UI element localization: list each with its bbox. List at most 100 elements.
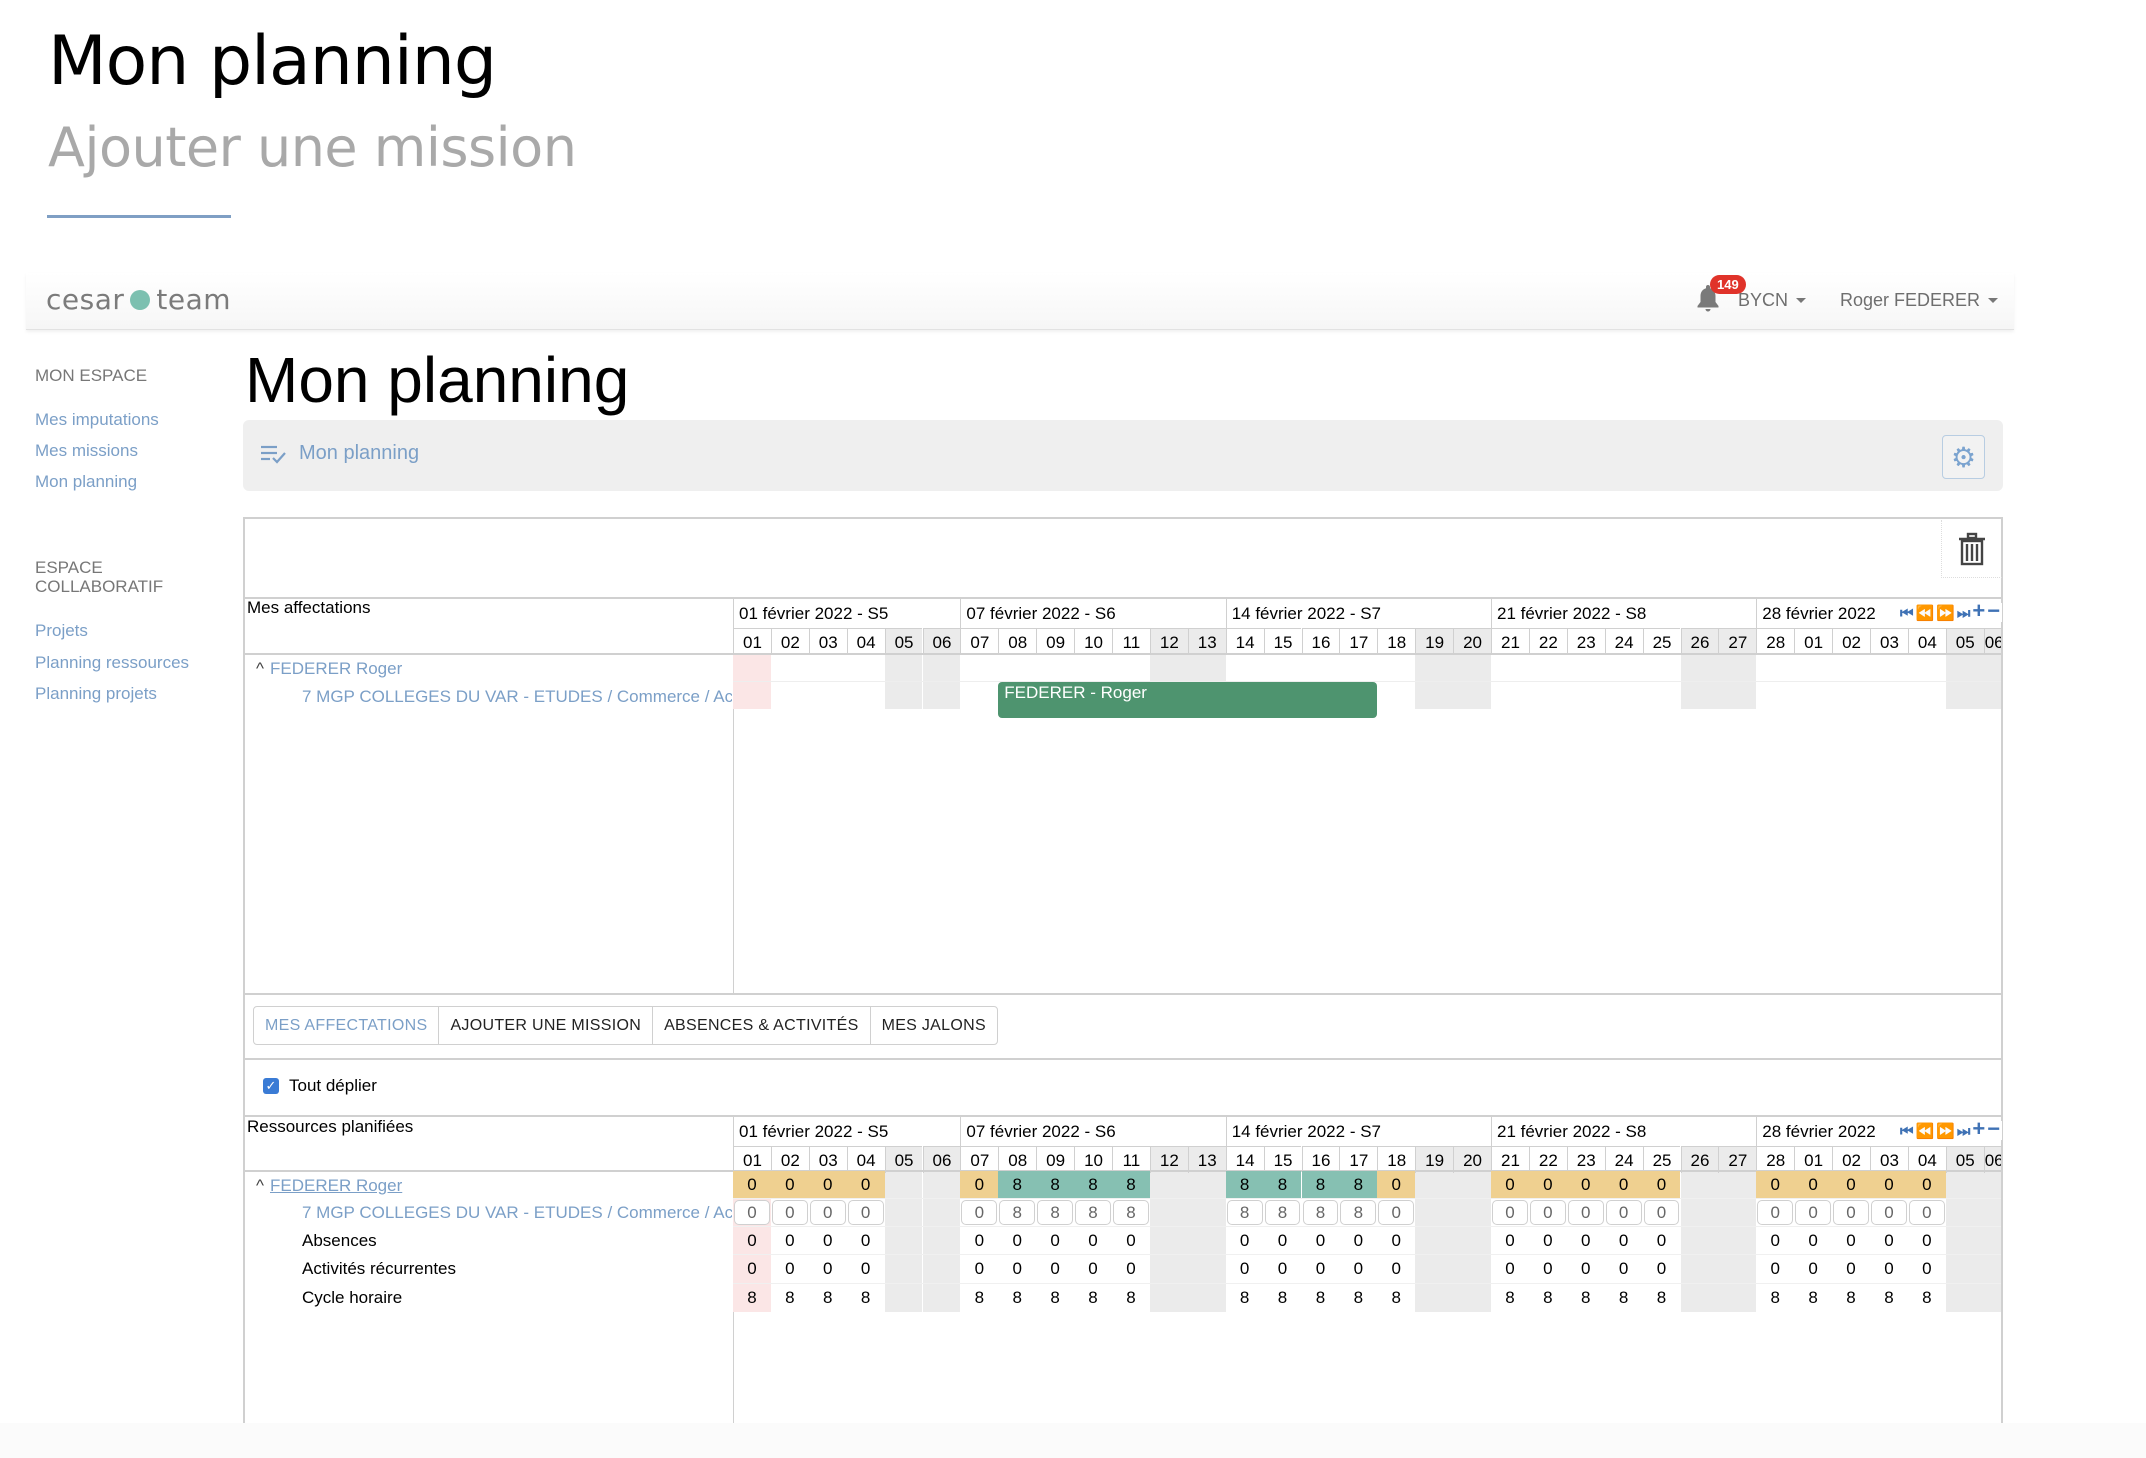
hours-input[interactable]: 0 bbox=[809, 1200, 846, 1225]
hours-input[interactable]: 0 bbox=[1833, 1200, 1869, 1225]
sidebar-item-projets[interactable]: Projets bbox=[35, 621, 88, 641]
sidebar-item-mes-missions[interactable]: Mes missions bbox=[35, 441, 138, 461]
value-cell: 8 bbox=[1770, 1288, 1780, 1307]
day-header: 18 bbox=[1377, 628, 1416, 655]
hours-input[interactable]: 8 bbox=[1037, 1200, 1074, 1225]
upper-resource-row[interactable]: ^ FEDERER Roger bbox=[256, 659, 402, 679]
last-icon[interactable]: ⏭ bbox=[1957, 605, 1970, 622]
value-cell: 0 bbox=[1846, 1231, 1856, 1250]
hours-input[interactable]: 0 bbox=[1378, 1200, 1415, 1225]
value-cell: 0 bbox=[1126, 1231, 1136, 1250]
hours-input[interactable]: 0 bbox=[1757, 1200, 1794, 1225]
first-icon[interactable]: ⏮ bbox=[1900, 605, 1913, 622]
day-header: 24 bbox=[1604, 1146, 1643, 1173]
hours-input[interactable]: 0 bbox=[734, 1200, 770, 1225]
next-icon[interactable]: ⏩ bbox=[1936, 1123, 1955, 1140]
hours-input[interactable]: 0 bbox=[1567, 1200, 1604, 1225]
total-cell: 0 bbox=[1604, 1171, 1643, 1198]
prev-icon[interactable]: ⏪ bbox=[1916, 605, 1935, 622]
company-menu[interactable]: BYCN bbox=[1738, 290, 1807, 311]
day-header: 02 bbox=[1832, 1146, 1870, 1173]
tab-ajouter-une-mission[interactable]: AJOUTER UNE MISSION bbox=[439, 1007, 654, 1044]
weekend-column bbox=[1149, 1172, 1188, 1312]
day-header: 14 bbox=[1225, 1146, 1264, 1173]
zoom-in-icon[interactable]: + bbox=[1972, 598, 1985, 623]
zoom-out-icon[interactable]: − bbox=[1987, 598, 2000, 623]
value-cell: 8 bbox=[860, 1288, 871, 1307]
sidebar-item-planning-projets[interactable]: Planning projets bbox=[35, 684, 157, 704]
expand-all-checkbox[interactable]: ✓ bbox=[263, 1078, 279, 1094]
day-header: 17 bbox=[1339, 628, 1378, 655]
gantt-bar[interactable]: FEDERER - Roger bbox=[998, 682, 1378, 718]
weekend-column bbox=[884, 1172, 923, 1312]
sidebar-item-mes-imputations[interactable]: Mes imputations bbox=[35, 410, 159, 430]
sidebar-item-mon-planning[interactable]: Mon planning bbox=[35, 472, 137, 492]
value-cell: 0 bbox=[1050, 1259, 1060, 1278]
day-header: 04 bbox=[846, 628, 885, 655]
value-cell: 0 bbox=[860, 1231, 871, 1250]
chevron-up-icon[interactable]: ^ bbox=[256, 659, 264, 678]
day-header: 07 bbox=[960, 628, 999, 655]
total-cell: 8 bbox=[1263, 1171, 1302, 1198]
gantt-bar-label: FEDERER - Roger bbox=[1004, 683, 1147, 702]
settings-button[interactable]: ⚙ bbox=[1942, 435, 1985, 479]
hours-input[interactable]: 8 bbox=[1302, 1200, 1339, 1225]
logo[interactable]: cesar team bbox=[46, 283, 231, 316]
tab-mes-jalons[interactable]: MES JALONS bbox=[871, 1007, 997, 1044]
weekend-column bbox=[1983, 1172, 2001, 1312]
upper-resource-name[interactable]: FEDERER Roger bbox=[270, 659, 402, 678]
prev-icon[interactable]: ⏪ bbox=[1916, 1123, 1935, 1140]
value-cell: 0 bbox=[974, 1259, 985, 1278]
hours-input[interactable]: 8 bbox=[1226, 1200, 1263, 1225]
next-icon[interactable]: ⏩ bbox=[1936, 605, 1955, 622]
title-divider bbox=[47, 215, 231, 218]
weekend-column bbox=[1680, 1172, 1719, 1312]
delete-button[interactable] bbox=[1941, 520, 2002, 578]
sidebar-item-planning-ressources[interactable]: Planning ressources bbox=[35, 653, 189, 673]
first-icon[interactable]: ⏮ bbox=[1900, 1123, 1913, 1140]
lower-resource-name[interactable]: FEDERER Roger bbox=[270, 1176, 402, 1195]
hours-input[interactable]: 8 bbox=[1113, 1200, 1149, 1225]
value-cell: 8 bbox=[1277, 1288, 1288, 1307]
day-header: 01 bbox=[1794, 1146, 1833, 1173]
hours-input[interactable]: 0 bbox=[1605, 1200, 1642, 1225]
value-cell: 8 bbox=[1391, 1288, 1401, 1307]
hours-input[interactable]: 8 bbox=[1264, 1200, 1301, 1225]
weekend-column bbox=[1453, 1172, 1491, 1312]
lower-resource-row[interactable]: ^ FEDERER Roger bbox=[256, 1176, 402, 1196]
last-icon[interactable]: ⏭ bbox=[1957, 1123, 1970, 1140]
day-header: 01 bbox=[733, 1146, 771, 1173]
hours-input[interactable]: 0 bbox=[961, 1200, 998, 1225]
value-cell: 0 bbox=[1050, 1231, 1060, 1250]
hours-input[interactable]: 0 bbox=[1795, 1200, 1832, 1225]
day-header: 04 bbox=[846, 1146, 885, 1173]
hours-input[interactable]: 0 bbox=[1492, 1200, 1528, 1225]
zoom-in-icon[interactable]: + bbox=[1972, 1116, 1985, 1141]
hours-input[interactable]: 0 bbox=[1871, 1200, 1907, 1225]
weekend-column bbox=[1945, 1172, 1984, 1312]
tab-mes-affectations[interactable]: MES AFFECTATIONS bbox=[254, 1007, 440, 1044]
user-menu[interactable]: Roger FEDERER bbox=[1840, 290, 1999, 311]
hours-input[interactable]: 0 bbox=[771, 1200, 808, 1225]
tab-absences-activites[interactable]: ABSENCES & ACTIVITÉS bbox=[653, 1007, 871, 1044]
day-header: 04 bbox=[1907, 628, 1946, 655]
value-cell: 8 bbox=[974, 1288, 985, 1307]
lower-mission-row[interactable]: 7 MGP COLLEGES DU VAR - ETUDES / Commerc… bbox=[302, 1203, 732, 1223]
hours-input[interactable]: 8 bbox=[1340, 1200, 1377, 1225]
day-header: 23 bbox=[1566, 1146, 1605, 1173]
upper-mission-row[interactable]: 7 MGP COLLEGES DU VAR - ETUDES / Commerc… bbox=[302, 687, 732, 707]
lower-row-recurrent: Activités récurrentes bbox=[302, 1259, 456, 1278]
hours-input[interactable]: 8 bbox=[999, 1200, 1036, 1225]
hours-input[interactable]: 0 bbox=[1529, 1200, 1566, 1225]
weekend-column bbox=[1718, 1172, 1757, 1312]
value-cell: 0 bbox=[1543, 1231, 1553, 1250]
day-header: 09 bbox=[1036, 628, 1075, 655]
hours-input[interactable]: 0 bbox=[847, 1200, 884, 1225]
zoom-out-icon[interactable]: − bbox=[1987, 1116, 2000, 1141]
value-cell: 0 bbox=[747, 1259, 757, 1278]
hours-input[interactable]: 0 bbox=[1643, 1200, 1680, 1225]
day-header: 06 bbox=[922, 1146, 961, 1173]
hours-input[interactable]: 8 bbox=[1075, 1200, 1111, 1225]
hours-input[interactable]: 0 bbox=[1908, 1200, 1945, 1225]
chevron-up-icon[interactable]: ^ bbox=[256, 1176, 264, 1195]
